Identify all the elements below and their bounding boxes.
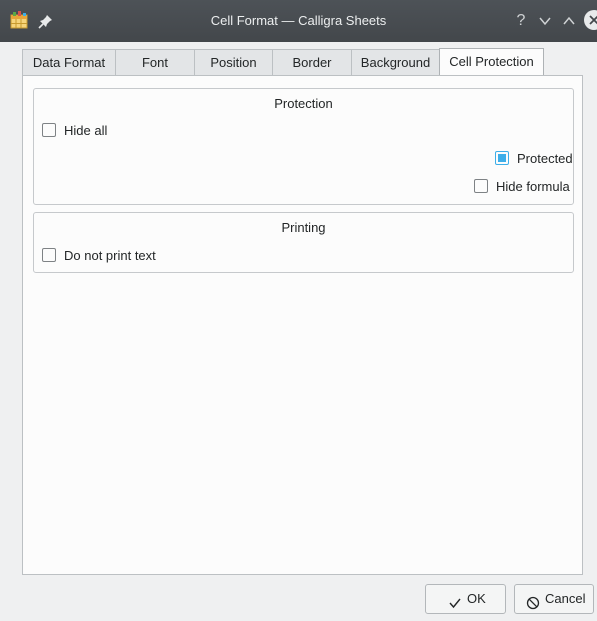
tab-position[interactable]: Position — [194, 49, 273, 75]
do-not-print-text-checkbox-box[interactable] — [42, 248, 56, 262]
protected-checkbox[interactable]: Protected — [495, 150, 585, 168]
tab-background[interactable]: Background — [351, 49, 440, 75]
cell-format-dialog: Cell Format — Calligra Sheets ? Data For… — [0, 0, 597, 621]
protection-group-title: Protection — [274, 96, 333, 111]
hide-formula-checkbox[interactable]: Hide formula — [474, 178, 574, 196]
hide-all-label: Hide all — [64, 123, 108, 138]
minimize-icon[interactable] — [538, 14, 552, 28]
checkmark-icon — [448, 592, 462, 620]
do-not-print-text-checkbox[interactable]: Do not print text — [42, 247, 192, 265]
tab-cell-protection[interactable]: Cell Protection — [439, 48, 544, 76]
cancel-button-label: Cancel — [545, 591, 586, 606]
protection-group: Protection Hide all Protected Hide formu… — [33, 88, 574, 205]
hide-formula-label: Hide formula — [496, 179, 570, 194]
printing-group: Printing Do not print text — [33, 212, 574, 273]
tab-font[interactable]: Font — [115, 49, 195, 75]
protected-label: Protected — [517, 151, 573, 166]
ok-button-label: OK — [467, 591, 486, 606]
protected-checkbox-box[interactable] — [495, 151, 509, 165]
title-bar[interactable]: Cell Format — Calligra Sheets ? — [0, 0, 597, 42]
help-icon[interactable]: ? — [514, 0, 528, 42]
cancel-icon — [526, 592, 540, 620]
do-not-print-text-label: Do not print text — [64, 248, 156, 263]
tab-data-format[interactable]: Data Format — [22, 49, 116, 75]
hide-all-checkbox[interactable]: Hide all — [42, 122, 142, 140]
printing-group-title: Printing — [281, 220, 326, 235]
maximize-icon[interactable] — [562, 14, 576, 28]
close-icon[interactable] — [584, 10, 597, 30]
cell-protection-pane: Protection Hide all Protected Hide formu… — [22, 75, 583, 575]
ok-button[interactable]: OK — [425, 584, 506, 614]
tab-border[interactable]: Border — [272, 49, 352, 75]
cancel-button[interactable]: Cancel — [514, 584, 594, 614]
window-title: Cell Format — Calligra Sheets — [210, 13, 387, 28]
hide-formula-checkbox-box[interactable] — [474, 179, 488, 193]
hide-all-checkbox-box[interactable] — [42, 123, 56, 137]
